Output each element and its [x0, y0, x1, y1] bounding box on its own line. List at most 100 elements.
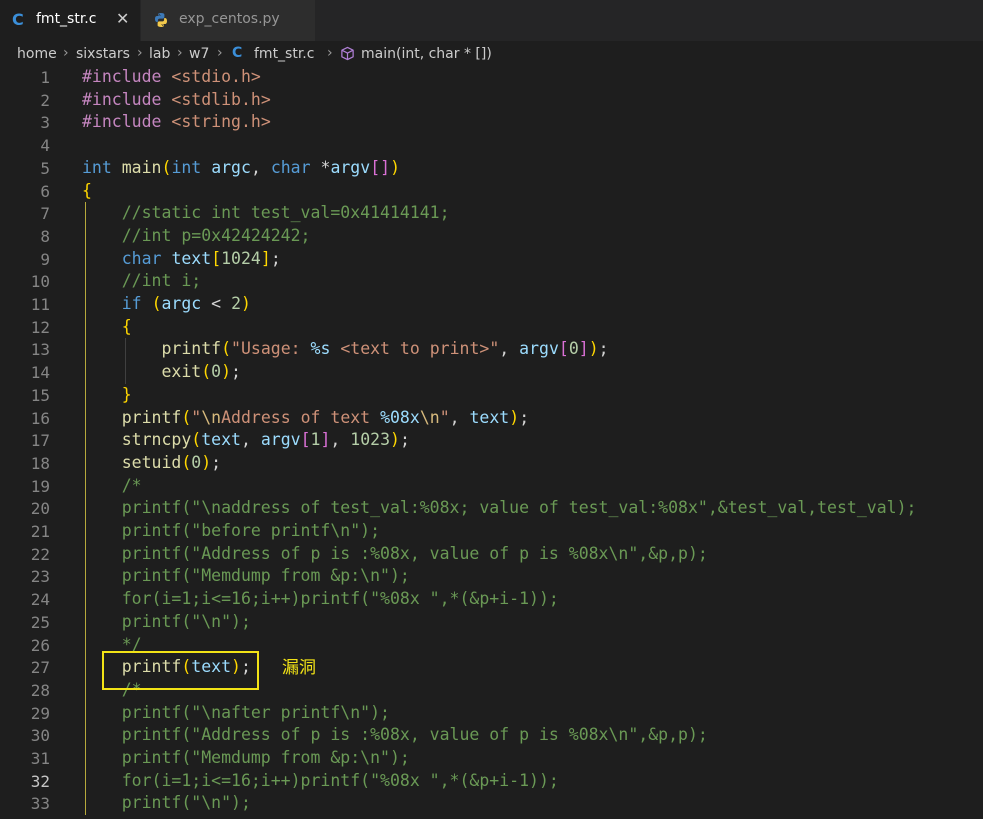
code-text[interactable]: { [82, 181, 92, 200]
code-text[interactable]: setuid(0); [82, 453, 221, 472]
method-cube-icon [341, 46, 354, 61]
code-line[interactable]: 31 printf("Memdump from &p:\n"); [0, 747, 983, 770]
code-text[interactable]: { [82, 317, 132, 336]
code-line[interactable]: 30 printf("Address of p is :%08x, value … [0, 724, 983, 747]
code-text[interactable]: char text[1024]; [82, 249, 281, 268]
code-line[interactable]: 19 /* [0, 475, 983, 498]
code-text[interactable]: } [82, 385, 132, 404]
code-text[interactable]: printf("Memdump from &p:\n"); [82, 748, 410, 767]
code-line[interactable]: 7 //static int test_val=0x41414141; [0, 202, 983, 225]
code-text[interactable]: #include <string.h> [82, 112, 271, 131]
c-language-icon: C [232, 45, 243, 61]
line-number: 11 [30, 295, 50, 314]
code-text[interactable]: #include <stdlib.h> [82, 90, 271, 109]
tab-exp-centos-py[interactable]: exp_centos.py [141, 0, 315, 41]
code-text[interactable]: for(i=1;i<=16;i++)printf("%08x ",*(&p+i-… [82, 589, 559, 608]
breadcrumb-file[interactable]: fmt_str.c [254, 46, 314, 62]
code-text[interactable]: printf("Address of p is :%08x, value of … [82, 725, 708, 744]
line-number: 3 [40, 113, 50, 133]
code-text[interactable]: printf("Address of p is :%08x, value of … [82, 544, 708, 563]
code-line[interactable]: 8 //int p=0x42424242; [0, 225, 983, 248]
line-number: 18 [30, 453, 50, 473]
line-number: 29 [30, 703, 50, 723]
code-line[interactable]: 16 printf("\nAddress of text %08x\n", te… [0, 407, 983, 430]
code-line[interactable]: 15 } [0, 384, 983, 407]
chevron-right-icon: › [63, 45, 69, 61]
line-number: 5 [40, 158, 50, 178]
breadcrumb-w7[interactable]: w7 [189, 46, 209, 62]
chevron-right-icon: › [217, 45, 223, 61]
code-line[interactable]: 10 //int i; [0, 270, 983, 293]
breadcrumb-lab[interactable]: lab [149, 46, 170, 62]
line-number: 19 [30, 476, 50, 496]
code-line[interactable]: 20 printf("\naddress of test_val:%08x; v… [0, 497, 983, 520]
code-text[interactable]: printf("Memdump from &p:\n"); [82, 566, 410, 585]
code-text[interactable]: printf("\nafter printf\n"); [82, 703, 390, 722]
code-line[interactable]: 9 char text[1024]; [0, 248, 983, 271]
line-number: 8 [40, 226, 50, 246]
indent-guide [125, 338, 126, 384]
code-line[interactable]: 22 printf("Address of p is :%08x, value … [0, 543, 983, 566]
line-number: 20 [30, 499, 50, 519]
line-number: 9 [40, 249, 50, 269]
code-text[interactable]: printf("Usage: %s <text to print>", argv… [82, 339, 608, 358]
code-text[interactable]: strncpy(text, argv[1], 1023); [82, 430, 410, 449]
tab-fmt-str-c[interactable]: C fmt_str.c ✕ [0, 0, 140, 41]
code-text[interactable]: //int i; [82, 271, 201, 290]
code-line[interactable]: 13 printf("Usage: %s <text to print>", a… [0, 338, 983, 361]
code-line[interactable]: 33 printf("\n"); [0, 792, 983, 815]
line-number: 25 [30, 612, 50, 632]
close-icon[interactable]: ✕ [116, 9, 129, 28]
line-number: 10 [30, 272, 50, 292]
line-number: 13 [30, 340, 50, 360]
line-number: 12 [30, 317, 50, 337]
code-text[interactable]: printf("\n"); [82, 793, 251, 812]
chevron-right-icon: › [177, 45, 183, 61]
code-text[interactable]: printf("\naddress of test_val:%08x; valu… [82, 498, 917, 517]
code-line[interactable]: 2 #include <stdlib.h> [0, 89, 983, 112]
c-language-icon: C [12, 10, 24, 29]
code-line[interactable]: 21 printf("before printf\n"); [0, 520, 983, 543]
code-line[interactable]: 5 int main(int argc, char *argv[]) [0, 157, 983, 180]
code-line[interactable]: 29 printf("\nafter printf\n"); [0, 702, 983, 725]
code-text[interactable]: printf("\nAddress of text %08x\n", text)… [82, 408, 529, 427]
code-text[interactable]: printf("\n"); [82, 612, 251, 631]
code-line[interactable]: 3 #include <string.h> [0, 111, 983, 134]
vulnerability-annotation: 漏洞 [282, 658, 316, 678]
code-text[interactable]: if (argc < 2) [82, 294, 251, 313]
code-line[interactable]: 23 printf("Memdump from &p:\n"); [0, 565, 983, 588]
line-number: 15 [30, 385, 50, 405]
code-text[interactable]: //static int test_val=0x41414141; [82, 203, 450, 222]
line-number: 23 [30, 567, 50, 587]
code-text[interactable]: exit(0); [82, 362, 241, 381]
code-line[interactable]: 24 for(i=1;i<=16;i++)printf("%08x ",*(&p… [0, 588, 983, 611]
vulnerability-highlight-box [102, 651, 259, 690]
code-line[interactable]: 14 exit(0); [0, 361, 983, 384]
breadcrumb-symbol[interactable]: main(int, char * []) [361, 46, 492, 62]
breadcrumb-sixstars[interactable]: sixstars [76, 46, 130, 62]
code-editor[interactable]: 1 #include <stdio.h> 2 #include <stdlib.h> 3… [0, 66, 983, 819]
code-line[interactable]: 17 strncpy(text, argv[1], 1023); [0, 429, 983, 452]
code-line[interactable]: 1 #include <stdio.h> [0, 66, 983, 89]
line-number: 6 [40, 181, 50, 201]
code-text[interactable]: #include <stdio.h> [82, 67, 261, 86]
line-number: 30 [30, 726, 50, 746]
code-line[interactable]: 11 if (argc < 2) [0, 293, 983, 316]
code-line[interactable]: 25 printf("\n"); [0, 611, 983, 634]
indent-guide [85, 202, 86, 816]
code-line[interactable]: 32 for(i=1;i<=16;i++)printf("%08x ",*(&p… [0, 770, 983, 793]
code-line[interactable]: 12 { [0, 316, 983, 339]
code-text[interactable]: int main(int argc, char *argv[]) [82, 158, 400, 177]
code-line[interactable]: 18 setuid(0); [0, 452, 983, 475]
code-text[interactable]: printf("before printf\n"); [82, 521, 380, 540]
code-line[interactable]: 6{ [0, 180, 983, 203]
tab-label: exp_centos.py [179, 11, 280, 27]
code-text[interactable]: /* [82, 476, 142, 495]
line-number: 22 [30, 544, 50, 564]
code-line[interactable]: 4 [0, 134, 983, 157]
code-text[interactable]: for(i=1;i<=16;i++)printf("%08x ",*(&p+i-… [82, 771, 559, 790]
breadcrumb-home[interactable]: home [17, 46, 57, 62]
code-text[interactable]: //int p=0x42424242; [82, 226, 311, 245]
line-number: 7 [40, 204, 50, 224]
breadcrumb: home › sixstars › lab › w7 › C fmt_str.c… [0, 41, 983, 67]
